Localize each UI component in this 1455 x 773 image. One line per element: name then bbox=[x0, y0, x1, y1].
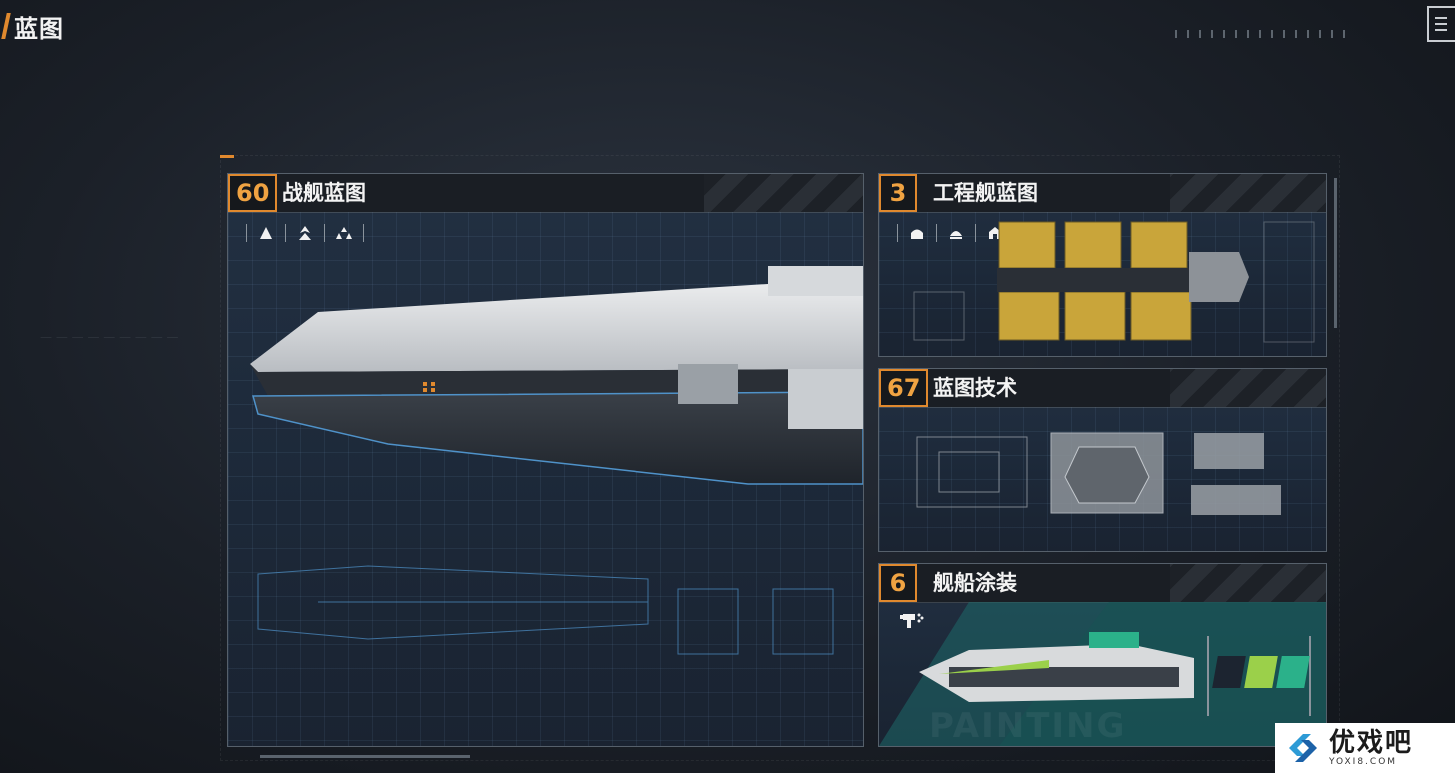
swatch-bracket bbox=[1207, 636, 1311, 716]
page-title: 蓝图 bbox=[0, 8, 64, 44]
spray-gun-icon bbox=[899, 610, 925, 634]
engineering-blueprint-card[interactable]: 3 工程舰蓝图 bbox=[878, 173, 1327, 357]
tech-illustration bbox=[916, 432, 1281, 515]
swatch-dark bbox=[1212, 656, 1246, 688]
blueprint-tech-card[interactable]: 67 蓝图技术 bbox=[878, 368, 1327, 552]
tech-title: 蓝图技术 bbox=[933, 376, 1017, 400]
painting-watermark: PAINTING bbox=[929, 706, 1127, 746]
paint-card-header: 6 舰船涂装 bbox=[879, 564, 1326, 603]
menu-icon[interactable] bbox=[1427, 6, 1455, 42]
watermark-domain: YOXI8.COM bbox=[1329, 757, 1398, 767]
page-title-text: 蓝图 bbox=[14, 14, 64, 43]
watermark-brand: 优戏吧 bbox=[1329, 728, 1414, 758]
engineering-card-header: 3 工程舰蓝图 bbox=[879, 174, 1326, 213]
tech-count: 67 bbox=[879, 369, 929, 407]
paint-count: 6 bbox=[879, 564, 917, 602]
watermark-logo-icon bbox=[1289, 734, 1317, 762]
paint-swatches bbox=[1212, 656, 1310, 688]
swatch-teal bbox=[1276, 656, 1310, 688]
top-decoration-ticks bbox=[1175, 30, 1345, 38]
ship-paint-card[interactable]: 6 舰船涂装 PAINTING bbox=[878, 563, 1327, 747]
site-watermark-logo: 优戏吧 YOXI8.COM bbox=[1275, 723, 1455, 773]
background-text: — — — — — — — — — bbox=[40, 330, 179, 344]
horizontal-scrollbar[interactable] bbox=[260, 755, 470, 758]
warship-blueprint-card[interactable]: 60 战舰蓝图 bbox=[227, 173, 864, 747]
scrollbar[interactable] bbox=[1334, 178, 1337, 328]
warship-illustration bbox=[250, 266, 863, 655]
paint-title: 舰船涂装 bbox=[933, 571, 1017, 595]
engineering-illustration bbox=[913, 221, 1315, 343]
title-accent-bar bbox=[1, 13, 11, 39]
engineering-count: 3 bbox=[879, 174, 917, 212]
tech-card-header: 67 蓝图技术 bbox=[879, 369, 1326, 408]
frame-corner-mark bbox=[220, 155, 234, 158]
swatch-lime bbox=[1244, 656, 1278, 688]
engineering-title: 工程舰蓝图 bbox=[933, 181, 1038, 205]
